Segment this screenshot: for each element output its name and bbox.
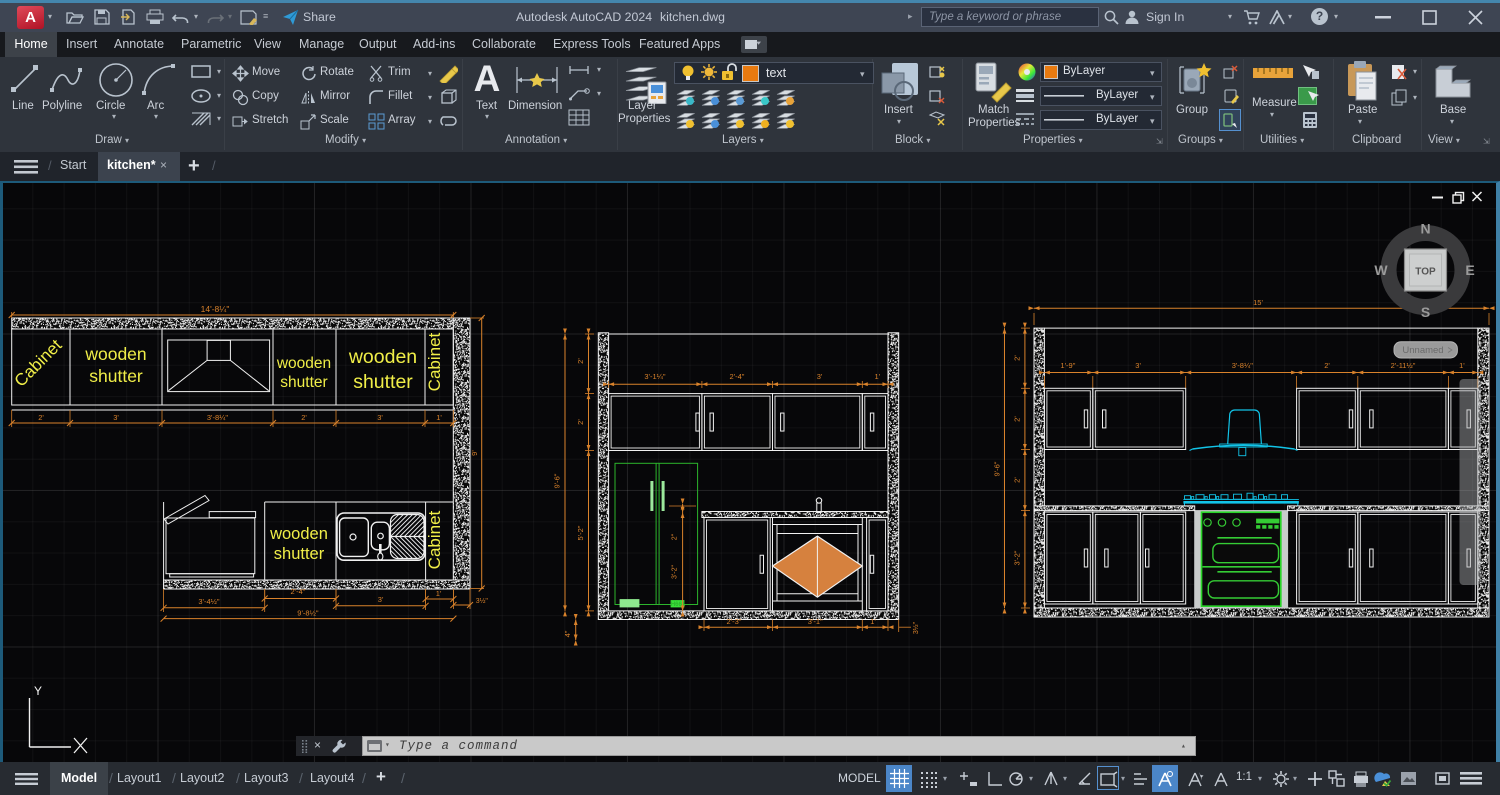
svg-text:2': 2' <box>1013 355 1022 361</box>
svg-text:3': 3' <box>377 413 383 422</box>
svg-text:9': 9' <box>470 450 479 456</box>
svg-text:Cabinet: Cabinet <box>425 332 444 391</box>
svg-text:3': 3' <box>113 413 119 422</box>
svg-text:14'-8¼": 14'-8¼" <box>201 304 230 314</box>
svg-text:2'-4": 2'-4" <box>291 587 306 596</box>
svg-text:wooden: wooden <box>84 344 146 364</box>
svg-text:2': 2' <box>1013 477 1022 483</box>
svg-text:TOP: TOP <box>1415 267 1436 278</box>
svg-text:1': 1' <box>1459 361 1465 370</box>
svg-text:2'-4": 2'-4" <box>730 372 745 381</box>
svg-text:1': 1' <box>874 372 880 381</box>
svg-text:3'-1¼": 3'-1¼" <box>644 372 666 381</box>
svg-text:5'-2": 5'-2" <box>576 525 585 540</box>
svg-text:9'-6": 9'-6" <box>993 461 1002 476</box>
svg-text:shutter: shutter <box>274 545 325 563</box>
svg-text:Unnamed: Unnamed <box>1402 345 1443 356</box>
svg-text:E: E <box>1465 262 1474 278</box>
svg-text:3'-4½": 3'-4½" <box>198 597 220 606</box>
svg-text:2': 2' <box>576 419 585 425</box>
svg-text:2': 2' <box>301 413 307 422</box>
svg-text:2'-3": 2'-3" <box>727 617 742 626</box>
svg-text:1': 1' <box>436 413 442 422</box>
svg-text:3½": 3½" <box>476 597 489 605</box>
svg-text:3': 3' <box>378 595 384 604</box>
svg-text:2": 2" <box>671 533 678 540</box>
svg-text:1': 1' <box>436 589 442 598</box>
svg-text:wooden: wooden <box>269 525 328 543</box>
svg-text:3'-8¼": 3'-8¼" <box>1232 361 1254 370</box>
svg-text:W: W <box>1374 262 1388 278</box>
svg-text:9'-6": 9'-6" <box>553 473 562 488</box>
svg-text:2': 2' <box>38 413 44 422</box>
svg-text:Y: Y <box>34 684 42 698</box>
svg-text:15': 15' <box>1253 298 1263 307</box>
svg-text:Cabinet: Cabinet <box>425 510 444 569</box>
svg-text:4": 4" <box>563 630 572 637</box>
svg-text:3': 3' <box>817 372 823 381</box>
svg-text:shutter: shutter <box>89 366 143 386</box>
svg-text:2'-11½": 2'-11½" <box>1391 361 1416 370</box>
svg-text:3'-2": 3'-2" <box>1013 550 1022 565</box>
svg-text:N: N <box>1420 221 1430 237</box>
svg-text:2': 2' <box>1324 361 1330 370</box>
svg-text:9'-8½": 9'-8½" <box>297 609 319 618</box>
svg-text:3': 3' <box>1135 361 1141 370</box>
svg-text:S: S <box>1421 304 1430 320</box>
svg-text:shutter: shutter <box>280 374 327 391</box>
svg-text:1'-9": 1'-9" <box>1060 361 1075 370</box>
svg-text:wooden: wooden <box>276 355 331 372</box>
svg-text:3'-2": 3'-2" <box>671 565 678 579</box>
svg-text:Cabinet: Cabinet <box>11 335 66 390</box>
svg-text:3'-1": 3'-1" <box>808 617 823 626</box>
svg-text:2': 2' <box>1013 416 1022 422</box>
svg-text:1': 1' <box>870 617 876 626</box>
svg-text:wooden: wooden <box>348 346 417 368</box>
svg-text:3'-8¼": 3'-8¼" <box>207 413 229 422</box>
svg-text:shutter: shutter <box>353 371 413 393</box>
svg-text:2': 2' <box>576 358 585 364</box>
svg-text:3½": 3½" <box>912 621 920 634</box>
